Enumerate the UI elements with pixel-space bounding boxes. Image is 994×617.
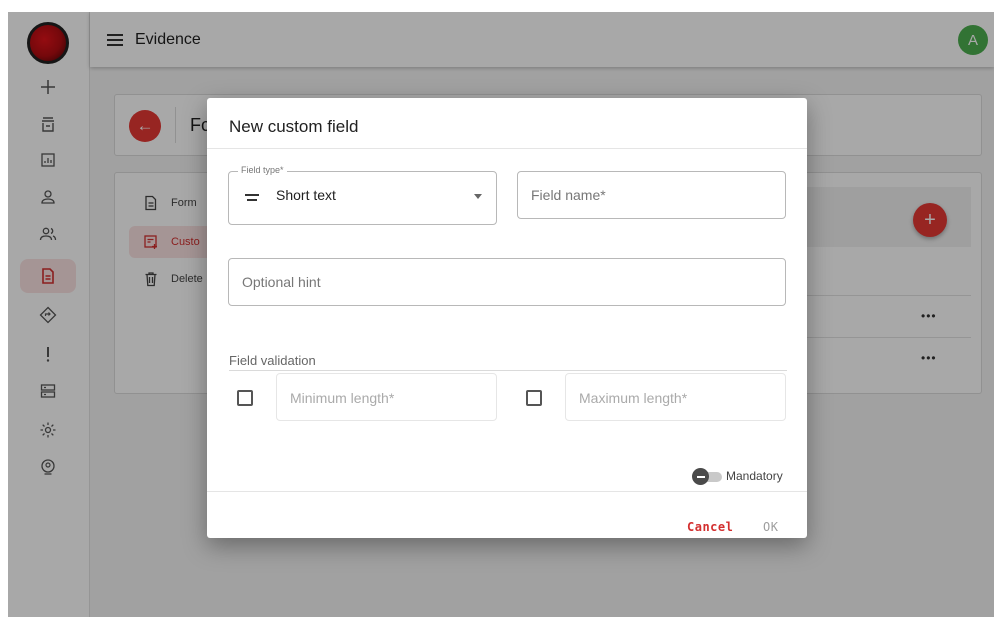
max-length-checkbox[interactable] [526, 390, 542, 406]
field-name-input[interactable]: Field name* [517, 171, 786, 219]
chevron-down-icon [474, 194, 482, 199]
short-text-icon [245, 194, 259, 204]
new-custom-field-dialog: New custom field Field type* Short text … [207, 98, 807, 538]
mandatory-toggle[interactable] [692, 468, 722, 485]
section-divider [229, 370, 787, 371]
cancel-button[interactable]: Cancel [687, 520, 733, 534]
hint-placeholder: Optional hint [242, 274, 321, 290]
dialog-actions-divider [207, 491, 807, 492]
max-length-input: Maximum length* [565, 373, 786, 421]
min-length-input: Minimum length* [276, 373, 497, 421]
app-frame: Evidence A ← Fc Form Custo Delete + ••• … [8, 12, 994, 617]
min-length-placeholder: Minimum length* [290, 390, 395, 406]
dialog-divider [207, 148, 807, 149]
field-name-placeholder: Field name* [531, 187, 606, 203]
minus-icon [692, 468, 709, 485]
optional-hint-input[interactable]: Optional hint [228, 258, 786, 306]
field-validation-label: Field validation [229, 353, 316, 368]
min-length-checkbox[interactable] [237, 390, 253, 406]
mandatory-label: Mandatory [726, 469, 783, 483]
field-type-label: Field type* [238, 165, 287, 175]
field-type-select[interactable]: Field type* Short text [228, 165, 497, 225]
field-type-value: Short text [276, 187, 336, 203]
ok-button[interactable]: OK [763, 520, 778, 534]
dialog-title: New custom field [229, 117, 359, 136]
max-length-placeholder: Maximum length* [579, 390, 688, 406]
